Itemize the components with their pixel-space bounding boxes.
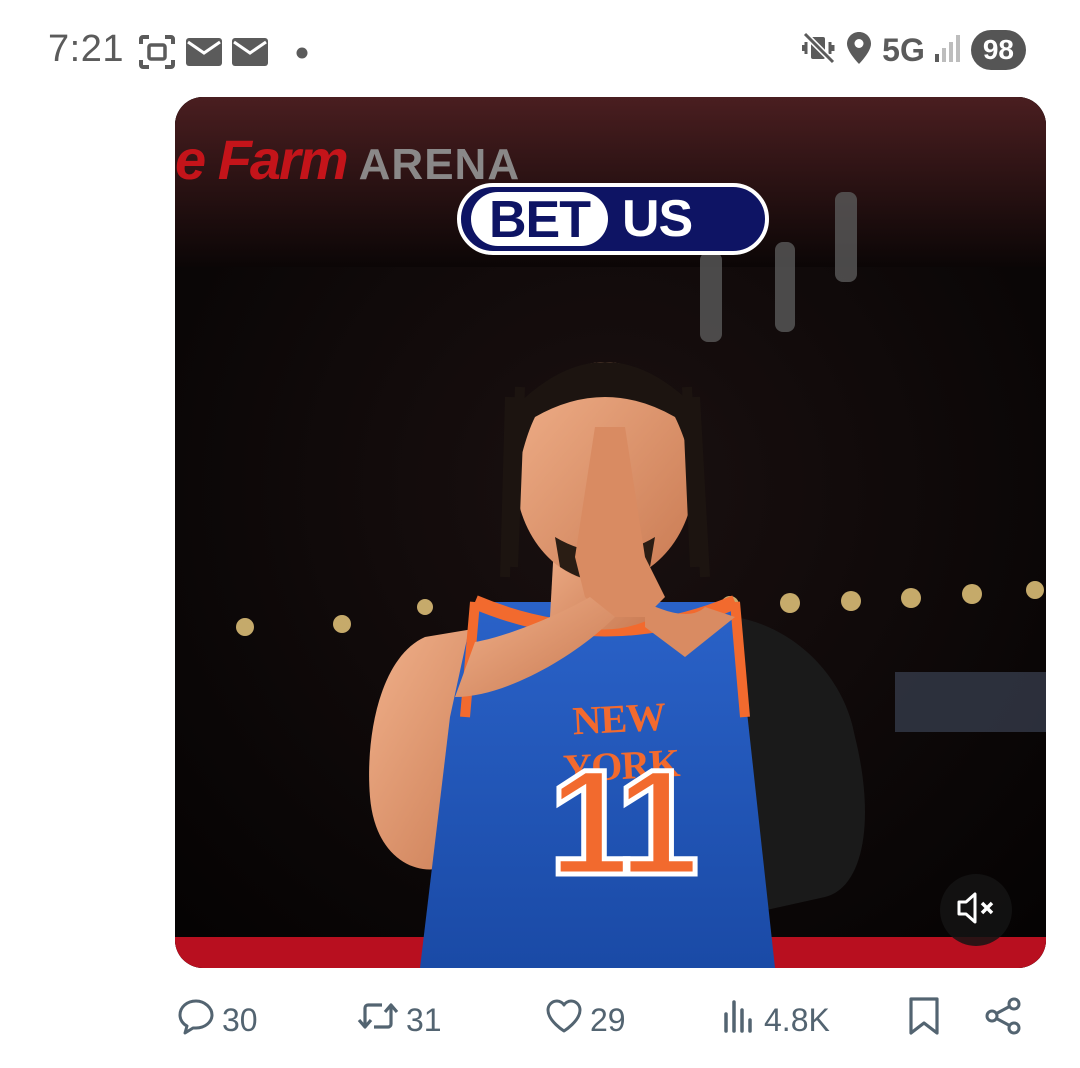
reply-icon: [176, 996, 216, 1044]
mail-icon: [232, 38, 268, 71]
tweet-actions: 30 31 29 4.8K: [0, 990, 1080, 1050]
sponsor-logo-left: BET: [471, 192, 608, 248]
repost-icon: [356, 996, 400, 1044]
location-icon: [846, 31, 872, 70]
volume-muted-icon: [956, 890, 996, 931]
repost-count: 31: [406, 1001, 442, 1038]
sponsor-logo-right: US: [622, 190, 693, 248]
arena-brand: e Farm: [175, 128, 349, 191]
sponsor-logo: BET US: [457, 183, 769, 255]
views-count: 4.8K: [764, 1001, 830, 1038]
dot-icon: [296, 46, 308, 64]
mail-icon: [186, 38, 222, 71]
heart-icon: [544, 996, 584, 1044]
like-button[interactable]: 29: [544, 990, 626, 1050]
reply-button[interactable]: 30: [176, 990, 258, 1050]
bookmark-icon: [906, 995, 942, 1045]
repost-button[interactable]: 31: [356, 990, 442, 1050]
system-status: 5G 98: [801, 30, 1026, 70]
share-icon: [984, 996, 1024, 1044]
arena-word: ARENA: [358, 140, 521, 189]
arena-sign: e Farm ARENA: [175, 127, 520, 192]
screenshot-icon: [138, 34, 176, 75]
reply-count: 30: [222, 1001, 258, 1038]
network-type: 5G: [882, 31, 925, 68]
status-bar: 7:21 5G 98: [0, 0, 1080, 100]
battery-level: 98: [970, 30, 1026, 70]
share-button[interactable]: [984, 990, 1024, 1050]
vibrate-mute-icon: [801, 31, 836, 70]
signal-icon: [934, 34, 961, 67]
like-count: 29: [590, 1001, 626, 1038]
mute-button[interactable]: [940, 874, 1012, 946]
views-icon: [722, 996, 758, 1044]
notification-icons: [138, 34, 308, 75]
tweet-video[interactable]: e Farm ARENA BET US NEW YORK 11: [175, 97, 1046, 968]
status-time: 7:21: [48, 28, 124, 70]
views-button[interactable]: 4.8K: [722, 990, 830, 1050]
bookmark-button[interactable]: [906, 990, 942, 1050]
jersey-number: 11: [546, 736, 702, 909]
